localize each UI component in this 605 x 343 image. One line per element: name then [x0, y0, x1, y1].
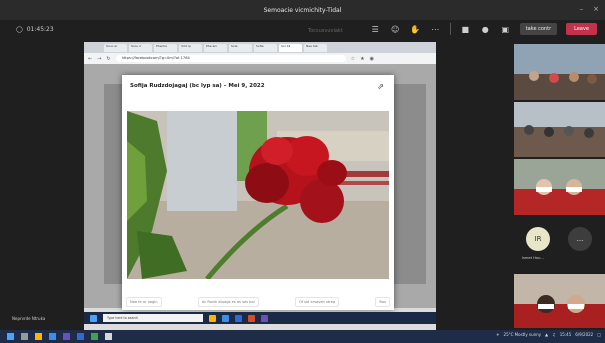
participant-avatar[interactable]: ... — [568, 227, 592, 251]
browser-address-bar: ← → ↻ https://facebookcom/?g=0m/?ot 1764… — [84, 53, 436, 64]
classroom-video-icon — [514, 102, 605, 157]
weather-text: 25°C Mostly sunny — [503, 332, 542, 337]
powerpoint-icon — [248, 314, 255, 322]
expand-icon[interactable]: ⇗ — [377, 82, 384, 91]
extensions-icon[interactable]: ★ — [360, 56, 364, 62]
left-note: Neprvrde Ntruka — [12, 316, 46, 321]
post-title: Sofija Rudzdojagaj (bc lyp sa) – Mei 9, … — [130, 83, 265, 89]
meeting-controls: ☰ ☺ ✋ ⋯ ■ ● ▣ take contr Leave — [370, 23, 597, 35]
settings-icon[interactable] — [105, 333, 112, 340]
clock-date[interactable]: 6/9/2022 — [575, 332, 593, 337]
excel-icon[interactable] — [91, 333, 98, 340]
footer-action[interactable]: Nee fe or vogin — [126, 297, 162, 307]
clock-time[interactable]: 15:45 — [560, 332, 572, 337]
footer-action[interactable]: Of sid ersaveh strep — [294, 297, 340, 307]
classroom-video-icon — [514, 44, 605, 100]
chat-icon[interactable]: ☰ — [370, 24, 381, 35]
camera-icon[interactable]: ■ — [460, 24, 471, 35]
weather-icon: ☀ — [495, 332, 500, 337]
classroom-video-icon — [514, 274, 605, 328]
footer-action[interactable]: Ac Rovik etuogs es as ses bal — [197, 297, 259, 307]
participant-name: Ismet Hou... — [522, 256, 544, 260]
close-button[interactable]: × — [593, 5, 599, 13]
browser-tab[interactable]: Phe aix — [204, 43, 227, 52]
url-input[interactable]: https://facebookcom/?g=0m/?ot 1764 — [115, 55, 346, 62]
title-bar: Semoacie vicmichity-Tidal – × — [0, 0, 605, 20]
notification-icon[interactable]: □ — [597, 332, 601, 337]
take-control-button[interactable]: take contr — [519, 23, 558, 35]
browser-tab[interactable]: Phecha — [154, 43, 177, 52]
window-title: Semoacie vicmichity-Tidal — [263, 6, 342, 14]
meeting-timer: ◯ 01:45:23 — [16, 26, 54, 33]
toolbar-divider — [449, 23, 451, 35]
avatar-initials: ... — [576, 235, 584, 243]
flower-image — [127, 111, 389, 279]
volume-icon[interactable]: ♫ — [552, 332, 556, 337]
more-actions-icon[interactable]: ⋯ — [430, 24, 441, 35]
sharing-label: Tocsusvuvlakt — [308, 28, 343, 34]
word-icon — [235, 314, 242, 322]
star-icon[interactable]: ☆ — [351, 56, 355, 62]
browser-tab-strip: Scuo ar Scou ir Phecha Vrkt ip Phe aix S… — [84, 42, 436, 53]
participant-video-3[interactable] — [514, 159, 605, 215]
back-icon[interactable]: ← — [88, 56, 92, 62]
teams-meeting-window: Semoacie vicmichity-Tidal – × ◯ 01:45:23… — [0, 0, 605, 343]
flower-photo — [127, 111, 389, 279]
browser-tab[interactable]: Scou ir — [129, 43, 152, 52]
classroom-video-icon — [514, 159, 605, 215]
browser-tab[interactable]: Scuo ar — [104, 43, 127, 52]
mic-icon[interactable]: ● — [480, 24, 491, 35]
browser-tab-active[interactable]: Sol 19 — [279, 43, 302, 52]
browser-icon[interactable] — [49, 333, 56, 340]
photo-modal: Sofija Rudzdojagaj (bc lyp sa) – Mei 9, … — [122, 75, 394, 310]
participant-video-1[interactable] — [514, 44, 605, 100]
timer-text: 01:45:23 — [26, 26, 54, 33]
browser-tab[interactable]: Sole — [229, 43, 252, 52]
reload-icon[interactable]: ↻ — [106, 56, 110, 62]
shared-taskbar: Type here to search — [84, 312, 436, 324]
share-icon[interactable]: ▣ — [500, 24, 511, 35]
teams-icon[interactable] — [63, 333, 70, 340]
reactions-icon[interactable]: ☺ — [390, 24, 401, 35]
teams-icon — [261, 314, 268, 322]
participant-video-2[interactable] — [514, 102, 605, 157]
network-icon[interactable]: ▲ — [545, 332, 548, 337]
avatar-initials: IR — [534, 235, 542, 243]
footer-action[interactable]: Bos — [375, 297, 390, 307]
system-tray: ☀ 25°C Mostly sunny ▲ ♫ 15:45 6/9/2022 □ — [496, 332, 601, 337]
modal-footer: Nee fe or vogin Ac Rovik etuogs es as se… — [126, 297, 390, 307]
word-icon[interactable] — [77, 333, 84, 340]
profile-icon[interactable]: ◉ — [370, 56, 374, 62]
raise-hand-icon[interactable]: ✋ — [410, 24, 421, 35]
file-explorer-icon[interactable] — [35, 333, 42, 340]
participant-avatar[interactable]: IR — [526, 227, 550, 251]
browser-tab[interactable]: Solte — [254, 43, 277, 52]
browser-tab[interactable]: Vrkt ip — [179, 43, 202, 52]
leave-button[interactable]: Leave — [566, 23, 597, 35]
edge-icon — [222, 314, 229, 322]
self-video[interactable] — [514, 274, 605, 328]
shield-icon: ◯ — [16, 26, 23, 33]
new-tab[interactable]: Nee tab — [304, 43, 327, 52]
start-icon[interactable] — [7, 333, 14, 340]
folder-icon — [209, 314, 216, 322]
windows-icon — [90, 314, 97, 322]
minimize-button[interactable]: – — [580, 5, 584, 13]
shared-screen: Scuo ar Scou ir Phecha Vrkt ip Phe aix S… — [84, 42, 436, 330]
window-controls: – × — [580, 5, 599, 13]
shared-search-field: Type here to search — [103, 314, 203, 322]
search-icon[interactable] — [21, 333, 28, 340]
forward-icon[interactable]: → — [97, 56, 101, 62]
